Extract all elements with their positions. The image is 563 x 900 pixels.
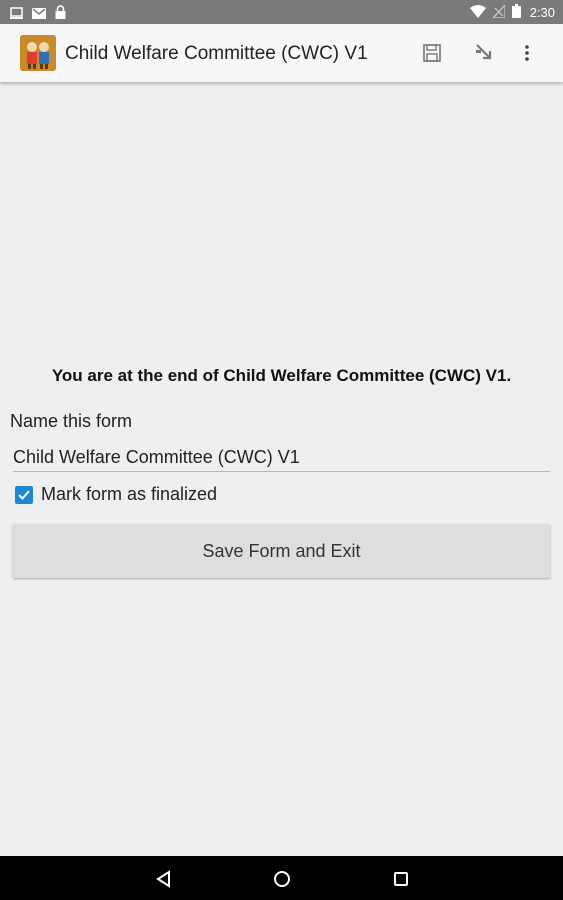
mark-finalized-checkbox[interactable] xyxy=(15,485,33,504)
lock-icon xyxy=(55,5,66,24)
save-form-and-exit-button[interactable]: Save Form and Exit xyxy=(13,524,550,578)
overflow-menu-icon[interactable] xyxy=(512,38,542,68)
home-icon[interactable] xyxy=(270,867,294,891)
mark-finalized-label: Mark form as finalized xyxy=(41,484,218,504)
form-name-input[interactable] xyxy=(13,443,550,472)
app-logo-icon xyxy=(20,35,56,71)
email-icon xyxy=(32,6,46,24)
status-bar: 2:30 xyxy=(0,0,563,24)
system-icons: 2:30 xyxy=(469,2,555,21)
screenshot-icon xyxy=(10,6,23,24)
app-title: Child Welfare Committee (CWC) V1 xyxy=(65,43,368,64)
battery-icon xyxy=(511,4,521,21)
notification-icons xyxy=(10,5,66,24)
back-icon[interactable] xyxy=(151,867,175,891)
no-signal-icon xyxy=(491,2,506,21)
form-name-label: Name this form xyxy=(10,411,133,431)
checkmark-icon xyxy=(18,489,30,500)
recents-icon[interactable] xyxy=(389,867,413,891)
clock: 2:30 xyxy=(529,5,555,20)
mark-finalized-checkbox-row[interactable]: Mark form as finalized xyxy=(15,484,217,505)
app-bar: Child Welfare Committee (CWC) V1 xyxy=(0,24,563,82)
wifi-icon xyxy=(469,4,486,21)
navigation-bar xyxy=(0,856,563,900)
jump-icon[interactable] xyxy=(470,38,500,68)
save-icon[interactable] xyxy=(417,38,447,68)
end-of-form-message: You are at the end of Child Welfare Comm… xyxy=(51,366,512,385)
